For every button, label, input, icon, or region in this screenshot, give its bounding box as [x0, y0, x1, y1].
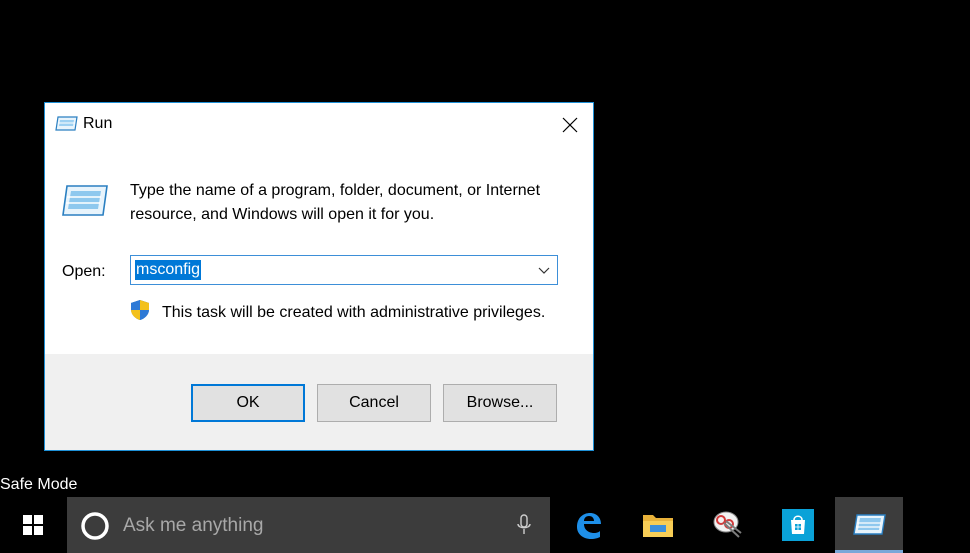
- start-button[interactable]: [0, 497, 66, 553]
- open-label: Open:: [62, 263, 106, 280]
- cortana-icon: [81, 512, 109, 540]
- taskbar-snipping-tool[interactable]: [694, 497, 762, 553]
- taskbar-file-explorer[interactable]: [624, 497, 692, 553]
- button-bar: OK Cancel Browse...: [45, 354, 593, 450]
- taskbar-store[interactable]: [764, 497, 832, 553]
- windows-logo-icon: [23, 515, 43, 535]
- microphone-icon[interactable]: [516, 513, 532, 537]
- store-icon: [782, 509, 814, 541]
- run-dialog: Run Type the name of a program, folder, …: [44, 102, 594, 451]
- ok-button[interactable]: OK: [191, 384, 305, 422]
- close-icon: [562, 117, 578, 133]
- title-bar[interactable]: Run: [45, 103, 593, 147]
- file-explorer-icon: [643, 515, 673, 537]
- desktop: Run Type the name of a program, folder, …: [0, 0, 970, 553]
- close-button[interactable]: [547, 103, 593, 147]
- snipping-tool-icon: [713, 511, 742, 538]
- run-icon: [55, 116, 78, 131]
- taskbar: Ask me anything: [0, 497, 970, 553]
- taskbar-run[interactable]: [835, 497, 903, 553]
- safe-mode-label: Safe Mode: [0, 476, 78, 493]
- dialog-description: Type the name of a program, folder, docu…: [130, 182, 541, 223]
- cortana-search-box[interactable]: Ask me anything: [67, 497, 550, 553]
- uac-shield-icon: [131, 300, 149, 320]
- run-icon: [853, 514, 886, 535]
- edge-icon: [577, 513, 601, 539]
- open-input-value[interactable]: msconfig: [135, 260, 202, 280]
- cancel-button[interactable]: Cancel: [317, 384, 431, 422]
- search-placeholder[interactable]: Ask me anything: [123, 515, 263, 537]
- admin-privileges-note: This task will be created with administr…: [162, 304, 546, 321]
- run-program-icon: [62, 185, 108, 216]
- dialog-title: Run: [83, 115, 113, 132]
- chevron-down-icon[interactable]: [537, 263, 551, 277]
- open-combobox[interactable]: msconfig: [130, 255, 558, 285]
- taskbar-edge[interactable]: [554, 497, 622, 553]
- browse-button[interactable]: Browse...: [443, 384, 557, 422]
